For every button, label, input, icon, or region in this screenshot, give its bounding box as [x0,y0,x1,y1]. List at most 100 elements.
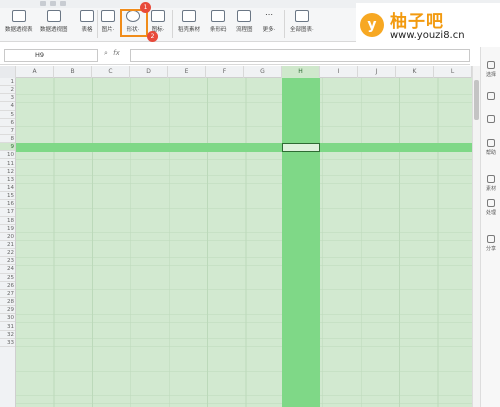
row-header[interactable]: 27 [0,290,15,299]
name-box[interactable]: H9 [4,49,98,62]
barcode-icon [211,10,226,22]
flowchart-button[interactable]: 流程图 [236,10,253,40]
cell-grid[interactable] [16,78,472,407]
column-header[interactable]: J [358,66,396,78]
panel-item[interactable]: 素材 [481,175,500,192]
table-icon [80,10,94,22]
column-header[interactable]: G [244,66,282,78]
panel-item-label: 分享 [485,246,496,252]
panel-item-label: 选择 [485,72,496,78]
panel-item[interactable]: 分享 [481,235,500,252]
row-header[interactable]: 23 [0,257,15,266]
column-header[interactable]: B [54,66,92,78]
row-header[interactable]: 10 [0,151,15,160]
row-header[interactable]: 33 [0,339,15,347]
pivot-table-button[interactable]: 数据透视表 [5,10,33,40]
barcode-button[interactable]: 条形码 [210,10,227,40]
column-header[interactable]: A [16,66,54,78]
column-header[interactable]: I [320,66,358,78]
save-icon[interactable] [40,1,46,6]
column-header[interactable]: L [434,66,472,78]
fx-area: ⌕ fx [104,49,120,58]
row-header[interactable]: 30 [0,314,15,323]
row-header[interactable]: 12 [0,168,15,176]
row-header[interactable]: 14 [0,184,15,193]
column-header[interactable]: K [396,66,434,78]
formula-input[interactable] [130,49,470,62]
row-header[interactable]: 11 [0,160,15,168]
table-button[interactable]: 表格 [80,10,94,40]
step-badge-2: 2 [147,31,158,42]
panel-item[interactable] [481,92,500,102]
row-header[interactable]: 16 [0,200,15,209]
row-header[interactable]: 3 [0,94,15,103]
row-header[interactable]: 5 [0,111,15,119]
property-icon [487,115,495,123]
vertical-scrollbar[interactable] [472,66,480,407]
undo-icon[interactable] [50,1,56,6]
row-header[interactable]: 18 [0,217,15,225]
watermark-title: 柚子吧 [390,12,444,32]
row-header[interactable]: 29 [0,306,15,315]
cursor-icon [487,61,495,69]
formula-bar: H9 ⌕ fx [0,47,470,65]
watermark-url: www.youzi8.cn [390,30,465,41]
highlighted-row [16,143,472,153]
docer-material-label: 稻壳素材 [178,27,201,33]
row-header[interactable]: 22 [0,249,15,258]
material-icon [487,175,495,183]
row-header[interactable]: 13 [0,176,15,184]
panel-item-label: 帮助 [485,150,496,156]
row-header[interactable]: 4 [0,102,15,111]
active-cell[interactable] [282,143,320,153]
row-header[interactable]: 21 [0,241,15,250]
pivot-table-label: 数据透视表 [5,27,33,33]
row-header[interactable]: 15 [0,192,15,201]
picture-label: 图片· [101,27,115,33]
fx-icon[interactable]: fx [113,49,120,57]
docer-material-icon [182,10,196,22]
pivot-table-icon [11,10,26,22]
ribbon-divider [172,10,173,38]
panel-item[interactable] [481,115,500,125]
right-side-panel: 选择帮助素材处理分享 [480,47,500,407]
row-header[interactable]: 31 [0,323,15,331]
row-header[interactable]: 24 [0,265,15,274]
row-header[interactable]: 26 [0,282,15,290]
panel-item[interactable]: 处理 [481,199,500,216]
panel-item[interactable]: 帮助 [481,139,500,156]
process-icon [487,199,495,207]
all-charts-icon [294,10,309,22]
row-header[interactable]: 25 [0,274,15,282]
all-charts-button[interactable]: 全部图表· [290,10,314,40]
column-header[interactable]: D [130,66,168,78]
column-header[interactable]: H [282,66,320,78]
row-header[interactable]: 32 [0,331,15,339]
redo-icon[interactable] [60,1,66,6]
share-icon [487,235,495,243]
row-header[interactable]: 7 [0,127,15,136]
column-header[interactable]: E [168,66,206,78]
row-header[interactable]: 9 [0,143,15,152]
scrollbar-thumb[interactable] [474,80,479,120]
column-header[interactable]: F [206,66,244,78]
row-header[interactable]: 2 [0,86,15,95]
row-header[interactable]: 28 [0,298,15,307]
pivot-chart-button[interactable]: 数据透视图 [40,10,68,40]
row-header[interactable]: 19 [0,225,15,233]
docer-material-button[interactable]: 稻壳素材 [178,10,200,40]
picture-button[interactable]: 图片· [101,10,115,40]
select-all-corner[interactable] [0,66,16,78]
panel-item[interactable]: 选择 [481,61,500,78]
highlighted-column [282,78,320,407]
row-header[interactable]: 1 [0,78,15,87]
row-header[interactable]: 20 [0,233,15,241]
flowchart-icon [237,10,252,22]
more-button[interactable]: ⋯ 更多· [262,10,276,40]
row-header[interactable]: 6 [0,119,15,127]
row-header[interactable]: 17 [0,208,15,217]
help-icon [487,139,495,147]
column-header[interactable]: C [92,66,130,78]
zoom-icon[interactable]: ⌕ [104,49,108,57]
row-header[interactable]: 8 [0,135,15,144]
